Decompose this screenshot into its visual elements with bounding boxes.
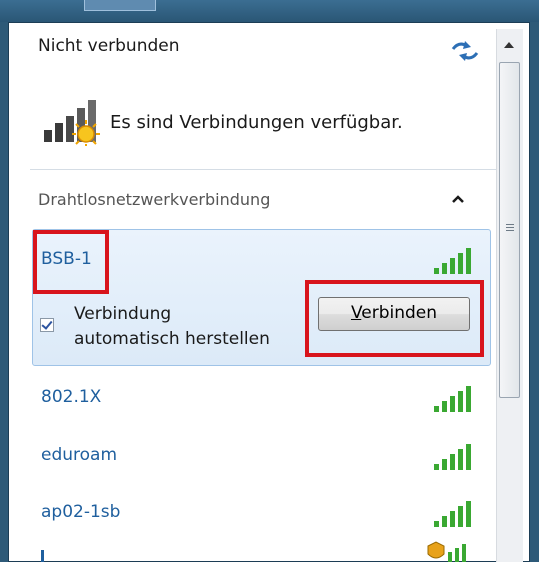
auto-connect-line2: automatisch herstellen — [74, 329, 270, 349]
section-title: Drahtlosnetzwerkverbindung — [38, 190, 271, 209]
scrollbar-grip — [506, 227, 514, 228]
signal-strength-icon — [434, 501, 471, 527]
availability-text: Es sind Verbindungen verfügbar. — [110, 112, 403, 133]
network-name[interactable]: eduroam — [41, 445, 117, 465]
auto-connect-checkbox[interactable] — [40, 318, 54, 332]
divider — [30, 169, 496, 170]
scrollbar-grip — [506, 224, 514, 225]
signal-strength-icon — [434, 386, 471, 412]
connection-status: Nicht verbunden — [38, 36, 180, 56]
chevron-up-icon[interactable] — [449, 192, 467, 206]
signal-strength-icon — [434, 248, 471, 274]
scroll-up-arrow-icon[interactable] — [500, 36, 518, 54]
highlight-box-button — [305, 280, 484, 357]
refresh-icon[interactable] — [447, 38, 483, 64]
window-top-frame — [0, 0, 539, 22]
network-name[interactable]: 802.1X — [41, 387, 101, 407]
network-name[interactable]: ap02-1sb — [41, 502, 120, 522]
secured-signal-icon — [427, 541, 466, 562]
network-name-partial — [41, 550, 44, 562]
network-available-icon — [44, 100, 100, 146]
signal-strength-icon — [434, 444, 471, 470]
auto-connect-line1: Verbindung — [74, 304, 172, 324]
highlight-box-network — [33, 230, 109, 294]
taskbar-tab — [84, 0, 156, 11]
scrollbar-grip — [506, 230, 514, 231]
auto-connect-label: Verbindung automatisch herstellen — [74, 302, 270, 352]
